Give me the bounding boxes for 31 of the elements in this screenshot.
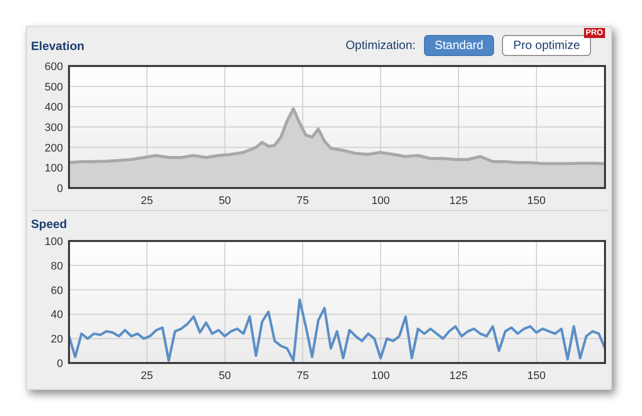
optimization-label: Optimization: <box>346 37 416 54</box>
tick-label: 150 <box>527 370 546 381</box>
tick-label: 100 <box>44 236 63 248</box>
tick-label: 75 <box>296 195 309 206</box>
tick-label: 100 <box>44 162 63 175</box>
chart-title: Elevation <box>31 38 84 55</box>
tick-label: 125 <box>449 195 468 206</box>
tick-label: 75 <box>296 370 309 381</box>
tick-label: 60 <box>50 284 63 297</box>
tick-label: 25 <box>140 370 154 381</box>
chart-title: Speed <box>31 216 68 233</box>
tick-label: 0 <box>56 183 63 195</box>
optimization-button[interactable]: Pro optimize <box>502 34 591 56</box>
tick-label: 50 <box>218 195 231 206</box>
tick-label: 500 <box>44 81 63 94</box>
pro-badge: PRO <box>584 28 605 38</box>
tick-label: 300 <box>44 122 63 134</box>
tick-label: 600 <box>44 61 63 73</box>
tick-label: 25 <box>140 195 154 206</box>
tick-label: 50 <box>218 370 231 381</box>
tick-label: 400 <box>44 102 63 114</box>
tick-label: 100 <box>371 370 390 381</box>
tick-label: 80 <box>50 260 63 272</box>
tick-label: 0 <box>56 358 63 370</box>
tick-label: 20 <box>50 334 63 346</box>
tick-label: 40 <box>50 309 63 322</box>
tick-label: 150 <box>527 195 546 206</box>
optimization-button[interactable]: Standard <box>424 34 494 56</box>
tick-label: 200 <box>44 142 63 154</box>
tick-label: 125 <box>449 370 468 381</box>
tick-label: 100 <box>371 195 390 206</box>
